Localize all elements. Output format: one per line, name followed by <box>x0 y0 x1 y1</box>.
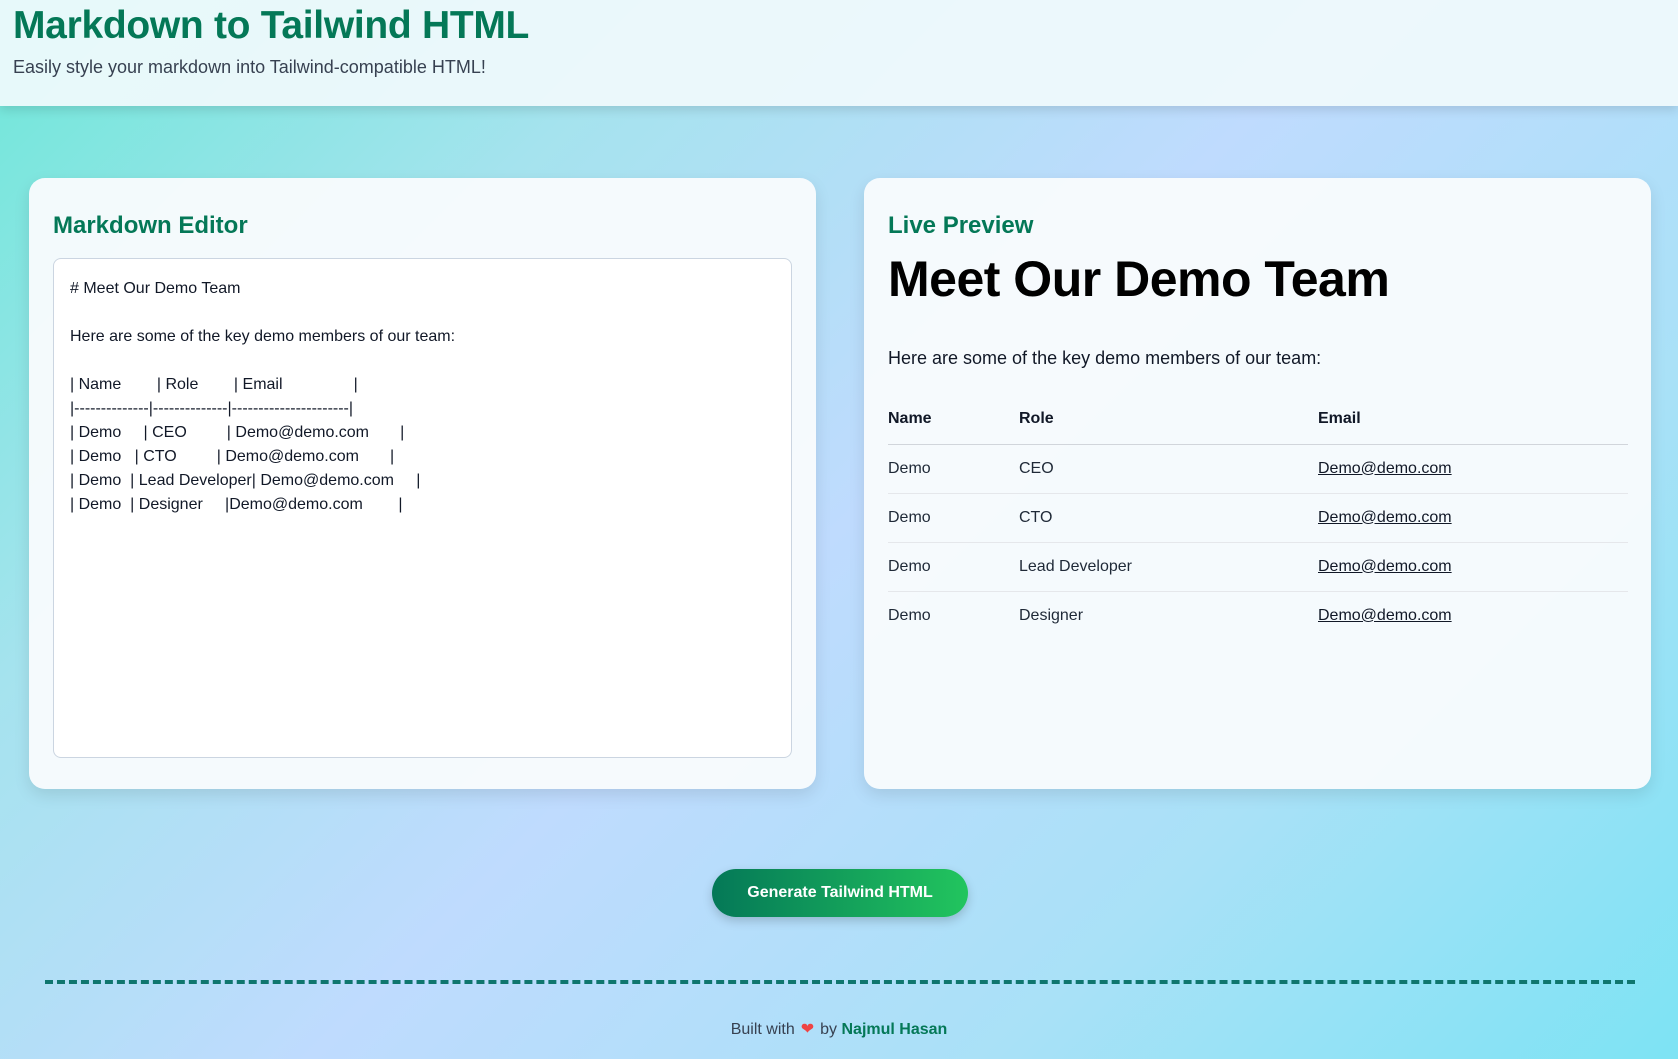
cell-name: Demo <box>888 542 1019 592</box>
app-subtitle: Easily style your markdown into Tailwind… <box>13 57 486 77</box>
editor-heading: Markdown Editor <box>53 212 248 239</box>
email-link[interactable]: Demo@demo.com <box>1318 444 1628 494</box>
email-link[interactable]: Demo@demo.com <box>1318 591 1628 640</box>
cell-role: Lead Developer <box>1019 542 1318 592</box>
email-link[interactable]: Demo@demo.com <box>1318 493 1628 543</box>
column-header-role: Role <box>1019 394 1318 445</box>
cell-role: Designer <box>1019 606 1084 624</box>
table-row: Demo CEO Demo@demo.com <box>888 444 1628 494</box>
footer-prefix: Built with <box>730 1021 795 1038</box>
markdown-textarea[interactable]: # Meet Our Demo Team Here are some of th… <box>53 258 792 758</box>
column-header-name: Name <box>888 394 1019 445</box>
app-title: Markdown to Tailwind HTML <box>13 4 530 47</box>
cell-name: Demo <box>888 493 1019 543</box>
cell-role: CEO <box>1019 444 1318 494</box>
page-header: Markdown to Tailwind HTML Easily style y… <box>0 0 1678 106</box>
heart-icon: ❤ <box>800 1019 815 1038</box>
cell-name: Demo <box>888 444 1019 494</box>
table-row: Demo Designer Demo@demo.com <box>888 591 1628 640</box>
preview-title: Meet Our Demo Team <box>888 251 1390 307</box>
footer-by: by <box>820 1021 838 1038</box>
table-row: Demo CTO Demo@demo.com <box>888 493 1628 543</box>
table-row: Demo Lead Developer Demo@demo.com <box>888 542 1628 592</box>
page-footer: Built with ❤ by Najmul Hasan <box>0 1019 1678 1039</box>
generate-tailwind-html-button[interactable]: Generate Tailwind HTML <box>712 869 968 917</box>
author-link[interactable]: Najmul Hasan <box>841 1021 947 1038</box>
cell-name: Demo <box>888 606 931 624</box>
team-table: Name Role Email Demo CEO Demo@demo.com D… <box>888 394 1628 640</box>
preview-intro: Here are some of the key demo members of… <box>888 348 1322 368</box>
email-link[interactable]: Demo@demo.com <box>1318 542 1628 592</box>
column-header-email: Email <box>1318 394 1628 445</box>
live-preview-panel: Live Preview Meet Our Demo Team Here are… <box>864 178 1651 789</box>
preview-heading: Live Preview <box>888 212 1034 239</box>
markdown-editor-panel: Markdown Editor # Meet Our Demo Team Her… <box>29 178 816 789</box>
dashed-divider <box>45 980 1635 984</box>
cell-role: CTO <box>1019 493 1318 543</box>
table-header-row: Name Role Email <box>888 394 1628 445</box>
